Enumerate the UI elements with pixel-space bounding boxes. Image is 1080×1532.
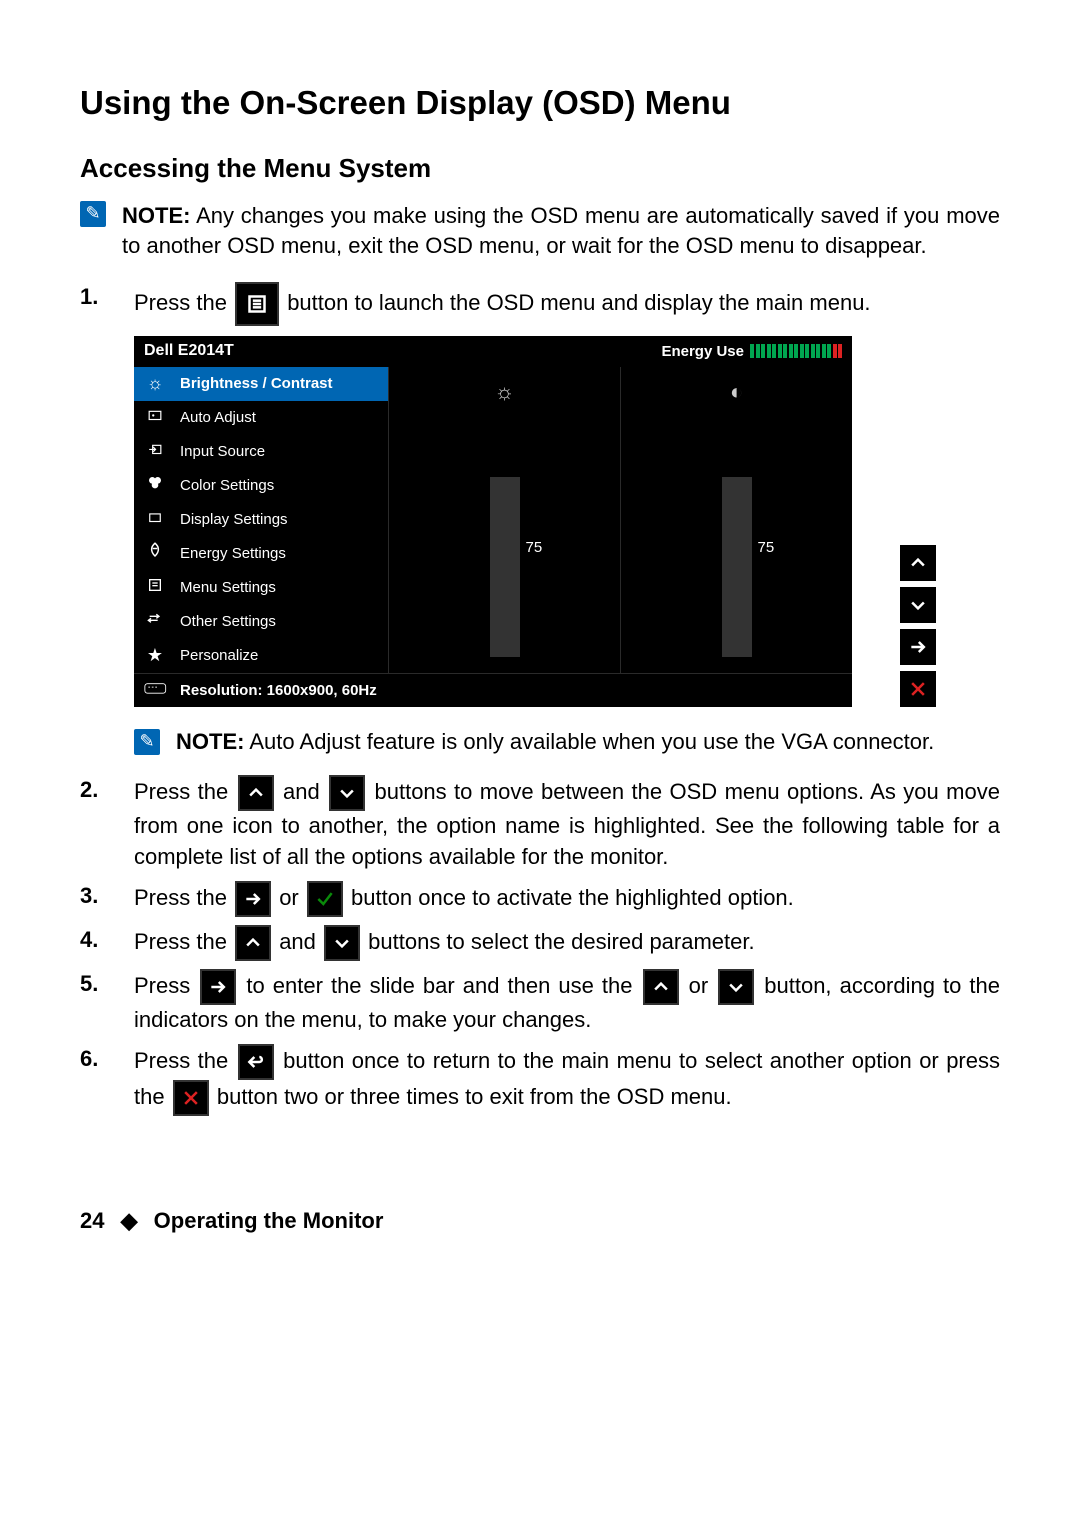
close-button[interactable] [900, 671, 936, 707]
up-button[interactable] [900, 545, 936, 581]
display-icon [144, 507, 166, 532]
up-arrow-icon [643, 969, 679, 1005]
step-number: 1. [80, 282, 134, 767]
energy-meter [750, 344, 842, 358]
osd-item-other[interactable]: Other Settings [134, 605, 388, 639]
osd-item-personalize[interactable]: ★Personalize [134, 639, 388, 673]
step-number: 3. [80, 881, 134, 917]
brightness-column: ☼ 75 [388, 367, 620, 673]
note-block-1: ✎ NOTE: Any changes you make using the O… [80, 201, 1000, 263]
down-arrow-icon [718, 969, 754, 1005]
osd-side-buttons [900, 336, 936, 706]
osd-item-auto-adjust[interactable]: Auto Adjust [134, 401, 388, 435]
contrast-value: 75 [758, 537, 775, 558]
star-icon: ★ [144, 643, 166, 668]
back-icon [238, 1044, 274, 1080]
brightness-icon: ☼ [144, 371, 166, 396]
close-icon [173, 1080, 209, 1116]
right-button[interactable] [900, 629, 936, 665]
step-5: Press to enter the slide bar and then us… [134, 969, 1000, 1036]
contrast-head-icon: ◐ [730, 377, 743, 417]
right-arrow-icon [235, 881, 271, 917]
step-1: Press the button to launch the OSD menu … [134, 282, 1000, 767]
brightness-value: 75 [526, 537, 543, 558]
step-3: Press the or button once to activate the… [134, 881, 1000, 917]
energy-icon [144, 541, 166, 566]
up-arrow-icon [238, 775, 274, 811]
step-2: Press the and buttons to move between th… [134, 775, 1000, 873]
contrast-column: ◐ 75 [620, 367, 852, 673]
note-icon: ✎ [134, 729, 160, 755]
color-icon [144, 473, 166, 498]
osd-item-menu-settings[interactable]: Menu Settings [134, 571, 388, 605]
menu-settings-icon [144, 575, 166, 600]
note-icon: ✎ [80, 201, 106, 227]
page-title: Using the On-Screen Display (OSD) Menu [80, 80, 1000, 126]
down-arrow-icon [324, 925, 360, 961]
menu-button-icon [235, 282, 279, 326]
osd-item-energy[interactable]: Energy Settings [134, 537, 388, 571]
up-arrow-icon [235, 925, 271, 961]
step-number: 5. [80, 969, 134, 1036]
step-number: 4. [80, 925, 134, 961]
step-4: Press the and buttons to select the desi… [134, 925, 1000, 961]
osd-item-display[interactable]: Display Settings [134, 503, 388, 537]
osd-menu: ☼Brightness / Contrast Auto Adjust Input… [134, 367, 388, 673]
auto-adjust-icon [144, 405, 166, 430]
osd-title: Dell E2014T [144, 340, 234, 362]
other-icon [144, 609, 166, 634]
osd-screenshot: Dell E2014T Energy Use ☼Brightness / Con… [134, 336, 852, 706]
resolution-icon [144, 680, 170, 701]
check-icon [307, 881, 343, 917]
energy-label: Energy Use [661, 341, 744, 362]
osd-footer: Resolution: 1600x900, 60Hz [134, 673, 852, 707]
step-number: 2. [80, 775, 134, 873]
down-button[interactable] [900, 587, 936, 623]
note-block-2: ✎ NOTE: Auto Adjust feature is only avai… [134, 727, 1000, 758]
section-heading: Accessing the Menu System [80, 150, 1000, 186]
osd-item-brightness[interactable]: ☼Brightness / Contrast [134, 367, 388, 401]
input-source-icon [144, 439, 166, 464]
step-6: Press the button once to return to the m… [134, 1044, 1000, 1116]
right-arrow-icon [200, 969, 236, 1005]
step-number: 6. [80, 1044, 134, 1116]
osd-item-color[interactable]: Color Settings [134, 469, 388, 503]
down-arrow-icon [329, 775, 365, 811]
page-footer: 24 ◆ Operating the Monitor [80, 1206, 1000, 1237]
osd-item-input-source[interactable]: Input Source [134, 435, 388, 469]
brightness-head-icon: ☼ [494, 377, 514, 417]
